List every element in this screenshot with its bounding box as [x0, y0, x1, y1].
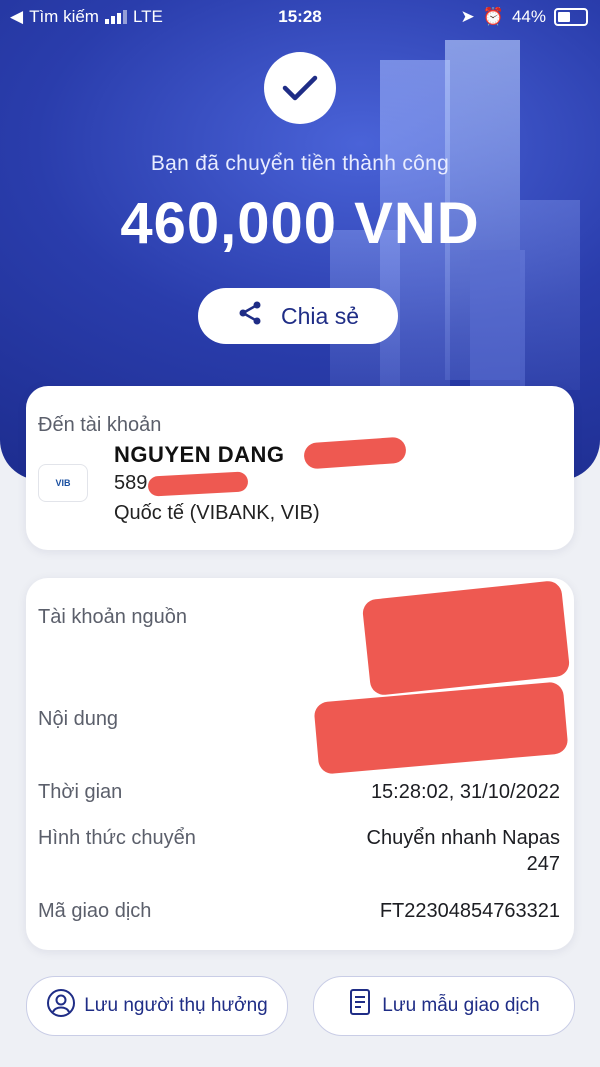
redaction-mark — [313, 681, 569, 775]
location-icon: ➤ — [460, 7, 475, 26]
transaction-id-label: Mã giao dịch — [38, 900, 152, 922]
method-value-line1: Chuyển nhanh Napas — [366, 827, 560, 849]
recipient-account: 589 — [114, 472, 148, 494]
share-label: Chia sẻ — [281, 302, 359, 329]
method-value-line2: 247 — [526, 853, 560, 875]
recipient-label: Đến tài khoản — [38, 414, 162, 436]
transaction-id-value: FT22304854763321 — [379, 900, 560, 922]
success-message: Bạn đã chuyển tiền thành công — [150, 152, 450, 175]
save-template-button[interactable]: Lưu mẫu giao dịch — [313, 976, 575, 1036]
transfer-amount: 460,000 VND — [120, 191, 480, 256]
user-icon — [46, 988, 76, 1024]
vib-logo: VIB — [38, 464, 88, 502]
redaction-mark — [147, 471, 249, 497]
recipient-bank: Quốc tế (VIBANK, VIB) — [114, 502, 320, 524]
building-decoration — [470, 250, 525, 400]
recipient-card: Đến tài khoản VIB NGUYEN DANG 589 Quốc t… — [26, 386, 574, 550]
details-card: Tài khoản nguồn Nội dung Thời gian 15:28… — [26, 578, 574, 950]
check-icon — [264, 52, 336, 124]
time-value: 15:28:02, 31/10/2022 — [370, 781, 560, 803]
document-icon — [348, 988, 374, 1024]
save-beneficiary-label: Lưu người thụ hưởng — [84, 995, 268, 1016]
share-icon — [237, 300, 263, 332]
redaction-mark — [303, 436, 407, 470]
save-template-label: Lưu mẫu giao dịch — [382, 995, 540, 1016]
vib-logo-text: VIB — [55, 478, 71, 488]
source-account-label: Tài khoản nguồn — [38, 606, 188, 628]
status-bar: ◀ Tìm kiếm LTE 15:28 ➤ ⏰ 44% — [0, 0, 600, 34]
battery-icon — [554, 8, 588, 26]
redaction-mark — [361, 579, 571, 697]
save-beneficiary-button[interactable]: Lưu người thụ hưởng — [26, 976, 288, 1036]
recipient-name: NGUYEN DANG — [114, 442, 285, 467]
alarm-icon: ⏰ — [482, 7, 504, 26]
share-button[interactable]: Chia sẻ — [198, 288, 398, 344]
battery-percent: 44% — [511, 7, 546, 26]
content-label: Nội dung — [38, 708, 119, 730]
time-label: Thời gian — [38, 781, 123, 803]
method-label: Hình thức chuyển — [38, 827, 196, 849]
